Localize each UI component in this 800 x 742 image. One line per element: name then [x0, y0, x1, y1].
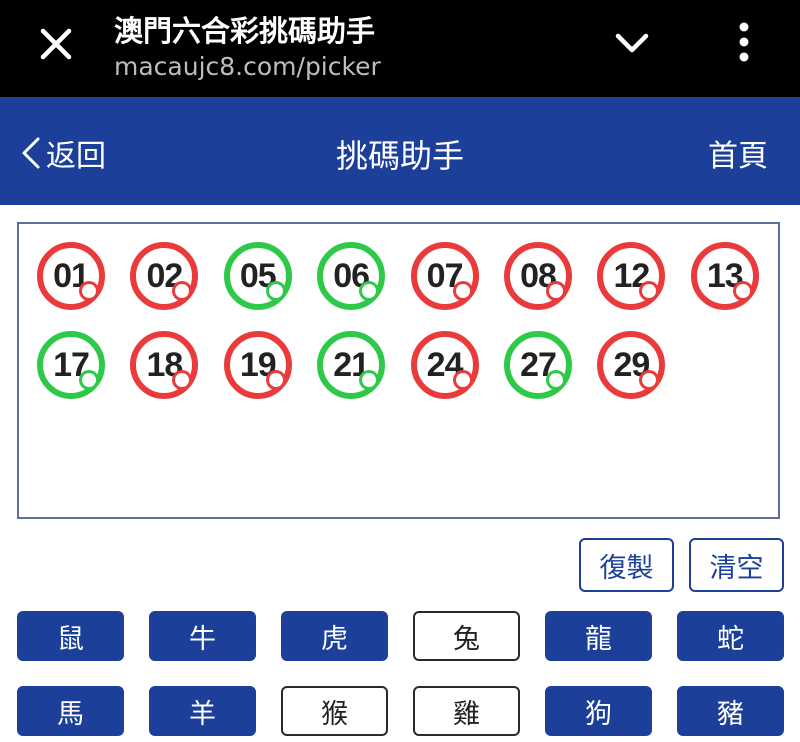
selected-numbers-panel: 01 02 05 06 07 08 12 13 17 18 19 21 24 27 29	[17, 222, 780, 519]
zodiac-button[interactable]: 豬	[677, 686, 784, 736]
number-ball[interactable]: 18	[130, 331, 199, 399]
number-ball[interactable]: 12	[597, 242, 666, 310]
number-ball[interactable]: 29	[597, 331, 666, 399]
number-ball[interactable]: 07	[410, 242, 479, 310]
copy-button[interactable]: 復製	[579, 538, 674, 592]
zodiac-button[interactable]: 雞	[413, 686, 520, 736]
zodiac-button[interactable]: 馬	[17, 686, 124, 736]
more-vertical-icon[interactable]	[724, 18, 764, 68]
zodiac-button[interactable]: 虎	[281, 611, 388, 661]
close-icon[interactable]	[34, 22, 78, 66]
ball-highlight	[455, 284, 470, 298]
zodiac-button[interactable]: 兔	[413, 611, 520, 661]
ball-highlight	[82, 284, 96, 298]
ball-highlight	[268, 373, 283, 387]
ball-highlight	[642, 284, 657, 298]
number-ball[interactable]: 06	[317, 242, 386, 310]
number-ball[interactable]: 13	[690, 242, 759, 310]
ball-highlight	[455, 373, 470, 387]
number-ball[interactable]: 05	[223, 242, 292, 310]
number-ball[interactable]: 02	[130, 242, 199, 310]
ball-highlight	[735, 284, 750, 298]
app-header: 返回 挑碼助手 首頁	[0, 97, 800, 205]
zodiac-button[interactable]: 狗	[545, 686, 652, 736]
browser-toolbar: 澳門六合彩挑碼助手 macaujc8.com/picker	[0, 0, 800, 97]
zodiac-button[interactable]: 猴	[281, 686, 388, 736]
number-ball[interactable]: 21	[317, 331, 386, 399]
zodiac-button[interactable]: 蛇	[677, 611, 784, 661]
ball-highlight	[362, 284, 377, 298]
ball-highlight	[82, 373, 96, 387]
zodiac-button[interactable]: 牛	[149, 611, 256, 661]
browser-url[interactable]: macaujc8.com/picker	[114, 52, 381, 81]
ball-highlight	[175, 284, 190, 298]
chevron-down-icon[interactable]	[610, 24, 654, 64]
clear-button[interactable]: 清空	[689, 538, 784, 592]
number-ball[interactable]: 17	[37, 331, 105, 399]
zodiac-button[interactable]: 鼠	[17, 611, 124, 661]
number-ball[interactable]: 24	[410, 331, 479, 399]
ball-highlight	[549, 373, 563, 387]
number-ball[interactable]: 27	[504, 331, 572, 399]
ball-highlight	[642, 373, 657, 387]
number-ball[interactable]: 19	[223, 331, 292, 399]
home-link[interactable]: 首頁	[708, 131, 768, 175]
ball-highlight	[268, 284, 283, 298]
number-ball[interactable]: 01	[37, 242, 105, 310]
ball-highlight	[175, 373, 190, 387]
browser-page-title: 澳門六合彩挑碼助手	[114, 14, 376, 48]
page-title: 挑碼助手	[335, 137, 464, 175]
zodiac-button[interactable]: 羊	[149, 686, 256, 736]
zodiac-button[interactable]: 龍	[545, 611, 652, 661]
number-ball[interactable]: 08	[504, 242, 572, 310]
ball-highlight	[362, 373, 377, 387]
ball-highlight	[549, 284, 563, 298]
